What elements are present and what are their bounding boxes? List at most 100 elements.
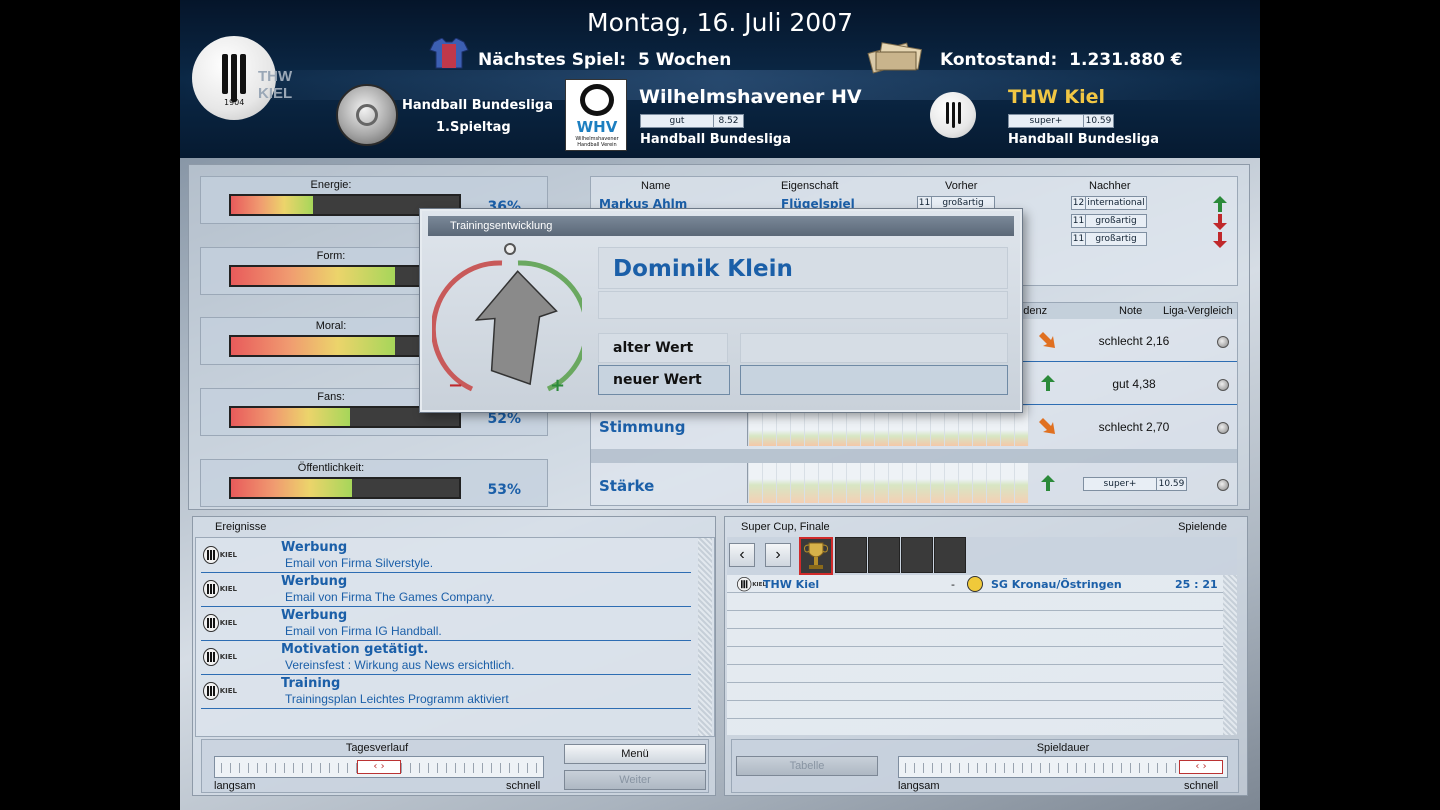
game-screen: Montag, 16. Juli 2007 THW KIEL 1904 Näch… — [180, 0, 1260, 810]
new-value-label: neuer Wert — [613, 372, 702, 388]
match-results-list — [727, 575, 1237, 735]
table-button[interactable]: Tabelle — [736, 756, 878, 776]
opponent-name: Wilhelmshavener HV — [639, 86, 862, 108]
away-team: SG Kronau/Östringen — [991, 578, 1122, 591]
next-button[interactable]: Weiter — [564, 770, 706, 790]
match-title: Super Cup, Finale — [741, 521, 830, 533]
fast-label: schnell — [506, 780, 541, 792]
table-row[interactable]: Stärke super+ 10.59 — [591, 463, 1237, 505]
next-game-label: Nächstes Spiel: — [478, 50, 627, 70]
mood-history-graph — [747, 406, 1029, 446]
scrollbar[interactable] — [1223, 575, 1237, 735]
events-panel: Ereignisse Tagesverlauf ‹ › langsam schn… — [192, 516, 716, 796]
trophy-icon — [804, 542, 828, 569]
slow-label: langsam — [214, 780, 256, 792]
slow-label: langsam — [898, 780, 940, 792]
stat-bar-fill — [231, 408, 350, 426]
league-compare-radio[interactable] — [1217, 422, 1229, 434]
own-team-league: Handball Bundesliga — [1008, 132, 1159, 147]
money-icon — [866, 38, 926, 74]
day-speed-label: Tagesverlauf — [345, 742, 409, 754]
list-item[interactable]: KIEL Training Trainingsplan Leichtes Progr… — [201, 675, 691, 709]
league-trophy-icon — [336, 84, 398, 146]
training-development-dialog: Trainingsentwicklung − + Dominik Klein a… — [420, 209, 1022, 412]
home-team-logo: KIEL — [737, 577, 766, 592]
opponent-rating: gut 8.52 — [640, 114, 744, 128]
stat-bar-fill — [231, 337, 396, 355]
opponent-league: Handball Bundesliga — [640, 132, 791, 147]
fast-label: schnell — [1184, 780, 1219, 792]
away-team-logo — [967, 576, 983, 592]
competition-name: Handball Bundesliga — [402, 98, 553, 113]
club-logo-year: 1904 — [224, 98, 245, 107]
match-result-row[interactable]: KIEL THW Kiel - SG Kronau/Östringen 25 :… — [735, 576, 1225, 594]
trend-down-right-icon — [1039, 418, 1055, 434]
trend-down-right-icon — [1039, 332, 1055, 348]
gauge-minus: − — [448, 375, 464, 396]
balance-value: 1.231.880 € — [1069, 50, 1183, 70]
strength-history-graph — [747, 463, 1029, 503]
club-mini-logo: KIEL — [203, 680, 237, 702]
opponent-logo: WHV Wilhelmshavener Handball Verein — [565, 79, 627, 151]
empty-slot[interactable] — [835, 537, 867, 573]
new-value-field — [740, 365, 1008, 395]
match-status: Spielende — [1178, 521, 1227, 533]
stat-bar-fill — [231, 267, 396, 285]
table-row[interactable]: Stimmung schlecht 2,70 — [591, 406, 1237, 448]
stat-bar-fill — [231, 479, 352, 497]
club-logo-text: THW KIEL — [258, 68, 293, 102]
slider-knob[interactable]: ‹ › — [1179, 760, 1223, 774]
slider-knob[interactable]: ‹ › — [357, 760, 401, 774]
trend-up-icon — [1041, 375, 1055, 391]
matchday: 1.Spieltag — [436, 120, 511, 135]
player-name: Dominik Klein — [613, 256, 793, 282]
own-team-name: THW Kiel — [1008, 86, 1106, 108]
stat-bar-fill — [231, 196, 314, 214]
match-speed-label: Spieldauer — [1036, 742, 1090, 754]
home-team: THW Kiel — [763, 578, 820, 591]
trend-up-icon — [1213, 196, 1227, 212]
next-match-button[interactable]: › — [765, 543, 791, 567]
match-panel: Super Cup, Finale Spielende ‹ › KIEL THW… — [724, 516, 1248, 796]
own-team-rating: super+ 10.59 — [1008, 114, 1114, 128]
stat-publicity: Öffentlichkeit: 53% — [200, 459, 548, 507]
list-item[interactable]: KIEL Werbung Email von Firma The Games Com… — [201, 573, 691, 607]
empty-slot[interactable] — [901, 537, 933, 573]
chevron-left-icon: ‹ — [739, 546, 745, 563]
day-control: Tagesverlauf ‹ › langsam schnell Menü We… — [201, 739, 709, 793]
old-value-field — [740, 333, 1008, 363]
empty-slot[interactable] — [934, 537, 966, 573]
previous-button[interactable]: ‹ — [729, 543, 755, 567]
match-score: 25 : 21 — [1175, 578, 1218, 591]
dialog-title: Trainingsentwicklung — [428, 216, 1014, 236]
gauge-plus: + — [550, 375, 566, 396]
list-item[interactable]: KIEL Werbung Email von Firma IG Handball. — [201, 607, 691, 641]
list-item[interactable]: KIEL Motivation getätigt. Vereinsfest : Wi… — [201, 641, 691, 675]
own-team-logo — [930, 92, 976, 138]
scrollbar[interactable] — [698, 538, 712, 736]
next-game-value: 5 Wochen — [638, 50, 732, 70]
club-mini-logo: KIEL — [203, 612, 237, 634]
league-compare-radio[interactable] — [1217, 379, 1229, 391]
trophy-slot[interactable] — [799, 537, 833, 575]
day-speed-slider[interactable]: ‹ › — [214, 756, 544, 778]
events-title: Ereignisse — [215, 521, 267, 533]
trend-down-icon — [1213, 232, 1227, 248]
old-value-label: alter Wert — [613, 340, 694, 356]
menu-button[interactable]: Menü — [564, 744, 706, 764]
club-mini-logo: KIEL — [203, 646, 237, 668]
match-control: Tabelle Spieldauer ‹ › langsam schnell — [731, 739, 1239, 793]
balance-label: Kontostand: — [940, 50, 1058, 70]
club-mini-logo: KIEL — [203, 544, 237, 566]
jersey-icon — [428, 37, 470, 70]
league-compare-radio[interactable] — [1217, 479, 1229, 491]
league-compare-radio[interactable] — [1217, 336, 1229, 348]
club-mini-logo: KIEL — [203, 578, 237, 600]
current-date: Montag, 16. Juli 2007 — [587, 8, 853, 37]
empty-slot[interactable] — [868, 537, 900, 573]
match-speed-slider[interactable]: ‹ › — [898, 756, 1228, 778]
header: Montag, 16. Juli 2007 THW KIEL 1904 Näch… — [180, 0, 1260, 158]
trend-down-icon — [1213, 214, 1227, 230]
trend-up-icon — [1041, 475, 1055, 491]
list-item[interactable]: KIEL Werbung Email von Firma Silverstyle. — [201, 539, 691, 573]
